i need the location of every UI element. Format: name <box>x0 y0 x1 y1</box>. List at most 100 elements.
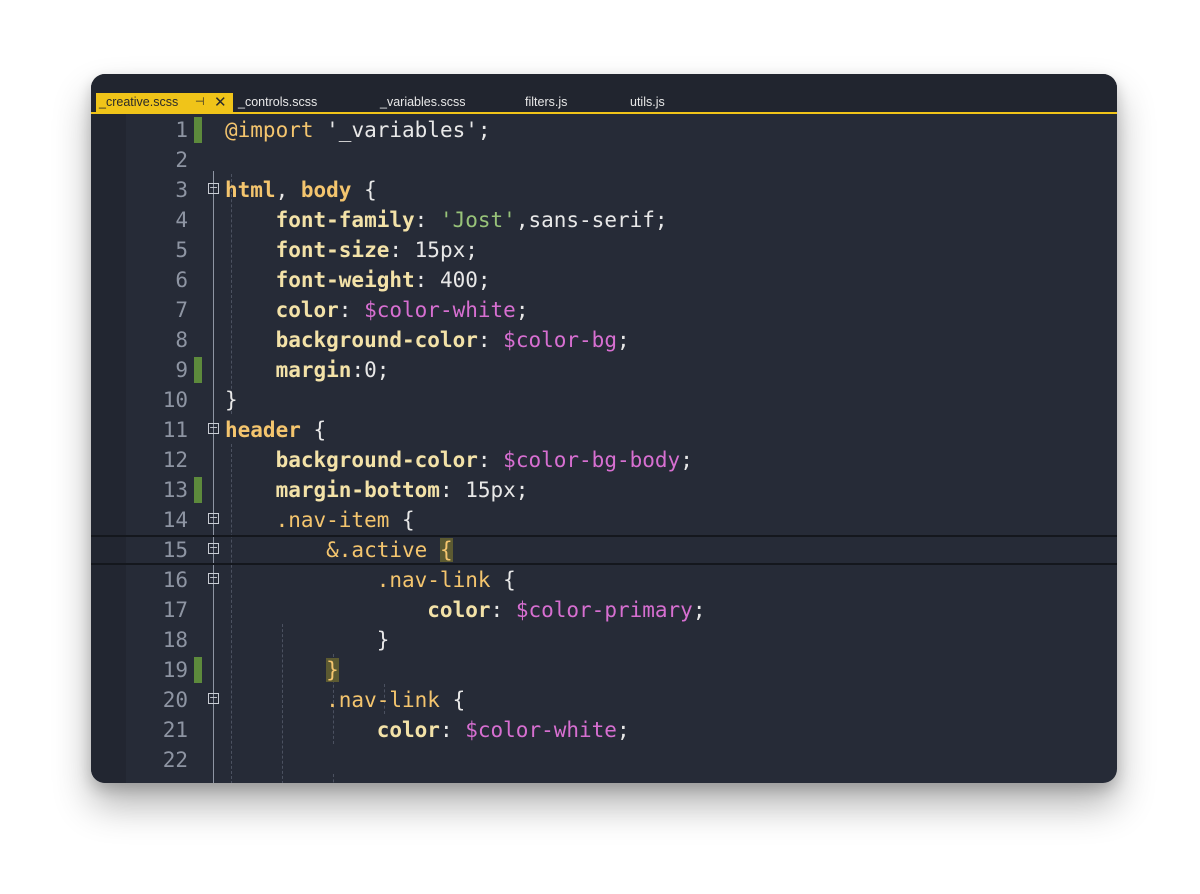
code-line[interactable]: 14 − .nav-item { <box>91 505 1117 535</box>
tab-label: _controls.scss <box>238 95 318 109</box>
line-number: 4 <box>175 208 188 232</box>
code-token: $color-primary <box>515 598 693 622</box>
code-line[interactable]: 16 − .nav-link { <box>91 565 1117 595</box>
code-line[interactable]: 4 font-family: 'Jost',sans-serif; <box>91 205 1117 235</box>
code-token: : <box>439 718 466 742</box>
code-token: { <box>490 568 516 592</box>
code-line[interactable]: 12 background-color: $color-bg-body; <box>91 445 1117 475</box>
code-line[interactable]: 1 @import '_variables'; <box>91 115 1117 145</box>
code-line[interactable]: 2 <box>91 145 1117 175</box>
code-token: '_variables' <box>313 118 478 142</box>
code-token: body <box>300 178 352 202</box>
line-number: 15 <box>162 538 188 562</box>
code-token: $color-bg-body <box>503 448 681 472</box>
editor-window: _creative.scss ⊣ ✕ _controls.scss _varia… <box>91 74 1117 783</box>
code-token: ; <box>616 718 630 742</box>
code-token: header <box>225 418 301 442</box>
close-icon[interactable]: ✕ <box>214 93 227 112</box>
code-line[interactable]: 17 color: $color-primary; <box>91 595 1117 625</box>
fold-toggle-icon[interactable]: − <box>208 572 219 584</box>
fold-toggle-icon[interactable]: − <box>208 542 219 554</box>
code-text: html, body { <box>225 175 377 205</box>
line-number: 19 <box>162 658 188 682</box>
code-token: $color-bg <box>503 328 617 352</box>
line-number: 22 <box>162 748 188 772</box>
code-text: font-weight: 400; <box>225 265 491 295</box>
code-token: { <box>351 178 377 202</box>
code-token: $color-white <box>465 718 617 742</box>
code-text: margin:0; <box>225 355 390 385</box>
code-token: font-weight <box>225 268 415 292</box>
code-token: :0; <box>351 358 390 382</box>
code-token: ; <box>680 448 693 472</box>
fold-toggle-icon[interactable]: − <box>208 422 219 434</box>
code-line[interactable]: 7 color: $color-white; <box>91 295 1117 325</box>
code-editor[interactable]: 1 @import '_variables'; 2 3− html, body {4 f… <box>91 114 1117 783</box>
line-number: 3 <box>175 178 188 202</box>
code-token: $color-white <box>364 298 516 322</box>
tab-controls-scss[interactable]: _controls.scss <box>238 93 317 112</box>
line-number: 5 <box>175 238 188 262</box>
fold-toggle-icon[interactable]: − <box>208 512 219 524</box>
tab-filters-js[interactable]: filters.js <box>525 93 567 112</box>
code-line[interactable]: 8 background-color: $color-bg; <box>91 325 1117 355</box>
code-token: background-color <box>225 328 478 352</box>
code-token: ; <box>616 328 630 352</box>
code-token: ; <box>477 118 491 142</box>
code-line[interactable]: 13 margin-bottom: 15px; <box>91 475 1117 505</box>
code-line[interactable]: 11 − header { <box>91 415 1117 445</box>
code-line[interactable]: 20 − .nav-link { <box>91 685 1117 715</box>
code-token: .nav-link <box>225 568 491 592</box>
tab-variables-scss[interactable]: _variables.scss <box>380 93 465 112</box>
code-token: : 15px; <box>439 478 529 502</box>
code-line[interactable]: 10} <box>91 385 1117 415</box>
code-line[interactable]: 18 } <box>91 625 1117 655</box>
line-number: 16 <box>162 568 188 592</box>
code-token: background-color <box>225 448 478 472</box>
line-number: 9 <box>175 358 188 382</box>
code-token: ,sans-serif; <box>515 208 668 232</box>
code-line[interactable]: 21 color: $color-white; <box>91 715 1117 745</box>
code-token: ; <box>692 598 706 622</box>
pin-icon[interactable]: ⊣ <box>195 93 205 112</box>
code-line[interactable]: 22 <box>91 745 1117 775</box>
line-number: 6 <box>175 268 188 292</box>
change-marker <box>194 117 202 143</box>
code-token: } <box>225 628 390 652</box>
code-line[interactable]: 3 − html, body { <box>91 175 1117 205</box>
code-text: .nav-link { <box>225 565 516 595</box>
line-number: 8 <box>175 328 188 352</box>
code-text: } <box>225 655 339 685</box>
code-token: } <box>326 658 339 682</box>
code-text: background-color: $color-bg; <box>225 325 630 355</box>
code-text: } <box>225 385 238 415</box>
code-line[interactable]: 6 font-weight: 400; <box>91 265 1117 295</box>
line-number: 21 <box>162 718 188 742</box>
line-number: 20 <box>162 688 188 712</box>
code-token: margin-bottom <box>225 478 440 502</box>
line-number: 11 <box>162 418 188 442</box>
code-token: : <box>338 298 365 322</box>
code-line[interactable]: 5 font-size: 15px; <box>91 235 1117 265</box>
code-token: font-size <box>225 238 390 262</box>
code-token: : <box>414 208 440 232</box>
tab-utils-js[interactable]: utils.js <box>630 93 665 112</box>
code-line[interactable]: 15 − &.active { <box>91 535 1117 565</box>
code-text: color: $color-white; <box>225 295 529 325</box>
code-text: font-family: 'Jost',sans-serif; <box>225 205 668 235</box>
code-text: @import '_variables'; <box>225 115 491 145</box>
code-token: { <box>439 688 466 712</box>
code-token: } <box>225 388 238 412</box>
fold-toggle-icon[interactable]: − <box>208 692 219 704</box>
tab-creative-scss[interactable]: _creative.scss ⊣ ✕ <box>96 93 233 112</box>
code-line[interactable]: 9 margin:0; <box>91 355 1117 385</box>
code-token: : <box>477 328 504 352</box>
fold-toggle-icon[interactable]: − <box>208 182 219 194</box>
line-number: 17 <box>162 598 188 622</box>
code-line[interactable]: 19 } <box>91 655 1117 685</box>
code-token: ; <box>515 298 529 322</box>
code-token: : <box>490 598 516 622</box>
code-token: @import <box>225 118 314 142</box>
line-number: 18 <box>162 628 188 652</box>
code-token: .nav-item <box>225 508 390 532</box>
